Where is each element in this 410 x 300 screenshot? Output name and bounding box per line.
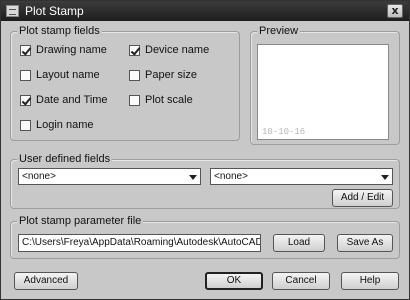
- parameter-file-path-field[interactable]: C:\Users\Freya\AppData\Roaming\Autodesk\…: [18, 234, 261, 252]
- checkbox-date-and-time[interactable]: Date and Time: [20, 93, 108, 107]
- preview-group: Preview 10-10-16: [250, 25, 400, 145]
- cancel-button[interactable]: Cancel: [272, 272, 330, 290]
- parameter-file-label: Plot stamp parameter file: [17, 215, 144, 227]
- user-field-select-2-value: <none>: [214, 171, 248, 182]
- checkbox-login-name[interactable]: Login name: [20, 118, 94, 132]
- user-field-select-1[interactable]: <none>: [18, 168, 201, 185]
- checkbox-date-and-time-label: Date and Time: [36, 94, 108, 106]
- checkbox-paper-size-box[interactable]: [129, 69, 140, 81]
- checkbox-device-name-box[interactable]: [129, 44, 140, 56]
- ok-button[interactable]: OK: [205, 272, 263, 290]
- checkbox-device-name[interactable]: Device name: [129, 43, 209, 57]
- preview-canvas: 10-10-16: [257, 44, 389, 140]
- user-field-select-2[interactable]: <none>: [210, 168, 393, 185]
- add-edit-button[interactable]: Add / Edit: [332, 189, 393, 207]
- window-title: Plot Stamp: [25, 4, 84, 18]
- preview-stamp-text: 10-10-16: [262, 127, 306, 137]
- plot-stamp-dialog: Plot Stamp x Plot stamp fields Drawing n…: [0, 0, 410, 300]
- checkbox-plot-scale-box[interactable]: [129, 94, 140, 106]
- checkbox-layout-name[interactable]: Layout name: [20, 68, 100, 82]
- plot-stamp-fields-label: Plot stamp fields: [17, 25, 102, 37]
- checkbox-login-name-box[interactable]: [20, 119, 31, 131]
- load-button[interactable]: Load: [273, 234, 325, 252]
- chevron-down-icon: [189, 175, 197, 180]
- save-as-button[interactable]: Save As: [337, 234, 393, 252]
- checkbox-plot-scale-label: Plot scale: [145, 94, 193, 106]
- parameter-file-group: Plot stamp parameter file C:\Users\Freya…: [10, 215, 400, 259]
- help-button[interactable]: Help: [341, 272, 399, 290]
- title-bar: Plot Stamp x: [1, 1, 409, 21]
- advanced-button[interactable]: Advanced: [14, 272, 78, 290]
- chevron-down-icon: [381, 175, 389, 180]
- checkbox-paper-size[interactable]: Paper size: [129, 68, 197, 82]
- checkbox-paper-size-label: Paper size: [145, 69, 197, 81]
- close-icon[interactable]: x: [387, 4, 403, 18]
- user-defined-fields-label: User defined fields: [17, 153, 113, 165]
- user-defined-fields-group: User defined fields <none> <none> Add / …: [10, 153, 400, 209]
- checkbox-drawing-name-label: Drawing name: [36, 44, 107, 56]
- checkbox-layout-name-box[interactable]: [20, 69, 31, 81]
- preview-label: Preview: [257, 25, 301, 37]
- checkbox-plot-scale[interactable]: Plot scale: [129, 93, 193, 107]
- checkbox-device-name-label: Device name: [145, 44, 210, 56]
- user-field-select-1-value: <none>: [22, 171, 56, 182]
- checkbox-login-name-label: Login name: [36, 119, 94, 131]
- checkbox-date-and-time-box[interactable]: [20, 94, 31, 106]
- app-icon: [6, 5, 19, 17]
- plot-stamp-fields-group: Plot stamp fields Drawing name Device na…: [10, 25, 240, 141]
- checkbox-drawing-name[interactable]: Drawing name: [20, 43, 107, 57]
- checkbox-drawing-name-box[interactable]: [20, 44, 31, 56]
- checkbox-layout-name-label: Layout name: [36, 69, 100, 81]
